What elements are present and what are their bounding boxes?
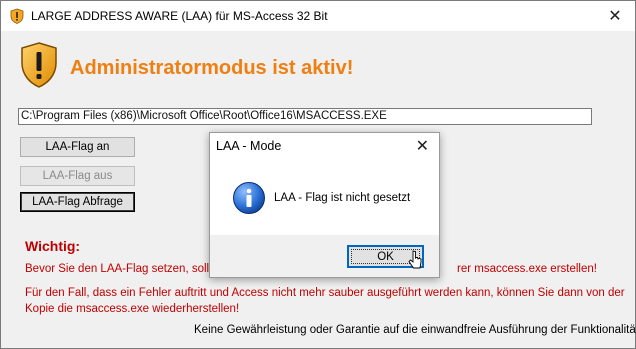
laa-flag-query-button[interactable]: LAA-Flag Abfrage xyxy=(20,192,135,212)
dialog-message: LAA - Flag ist nicht gesetzt xyxy=(274,192,411,204)
admin-mode-title: Administratormodus ist aktiv! xyxy=(70,57,354,79)
shield-icon xyxy=(10,8,24,24)
warning-shield-icon xyxy=(21,42,57,88)
title-bar[interactable]: LARGE ADDRESS AWARE (LAA) für MS-Access … xyxy=(1,1,635,31)
important-heading: Wichtig: xyxy=(25,238,81,254)
warning-line-3: Kopie die msaccess.exe wiederherstellen! xyxy=(25,303,240,315)
warning-line-2: Für den Fall, dass ein Fehler auftritt u… xyxy=(25,287,625,299)
mouse-cursor-icon xyxy=(408,250,422,269)
info-icon xyxy=(233,182,265,214)
message-dialog: LAA - Mode ✕ LAA - Flag ist nicht gesetz… xyxy=(209,132,440,278)
laa-flag-off-button[interactable]: LAA-Flag aus xyxy=(20,166,135,186)
disclaimer-text: Keine Gewährleistung oder Garantie auf d… xyxy=(194,324,636,336)
window-title: LARGE ADDRESS AWARE (LAA) für MS-Access … xyxy=(31,9,328,23)
exe-path-field[interactable]: C:\Program Files (x86)\Microsoft Office\… xyxy=(18,108,592,125)
dialog-title: LAA - Mode xyxy=(216,139,282,153)
dialog-close-button[interactable]: ✕ xyxy=(416,136,429,156)
laa-flag-on-button[interactable]: LAA-Flag an xyxy=(20,137,135,157)
warning-line-1-end: rer msaccess.exe erstellen! xyxy=(457,263,597,275)
close-window-button[interactable]: ✕ xyxy=(595,1,635,31)
dialog-button-bar: OK xyxy=(210,235,439,277)
warning-line-1: Bevor Sie den LAA-Flag setzen, sollte xyxy=(25,263,219,275)
